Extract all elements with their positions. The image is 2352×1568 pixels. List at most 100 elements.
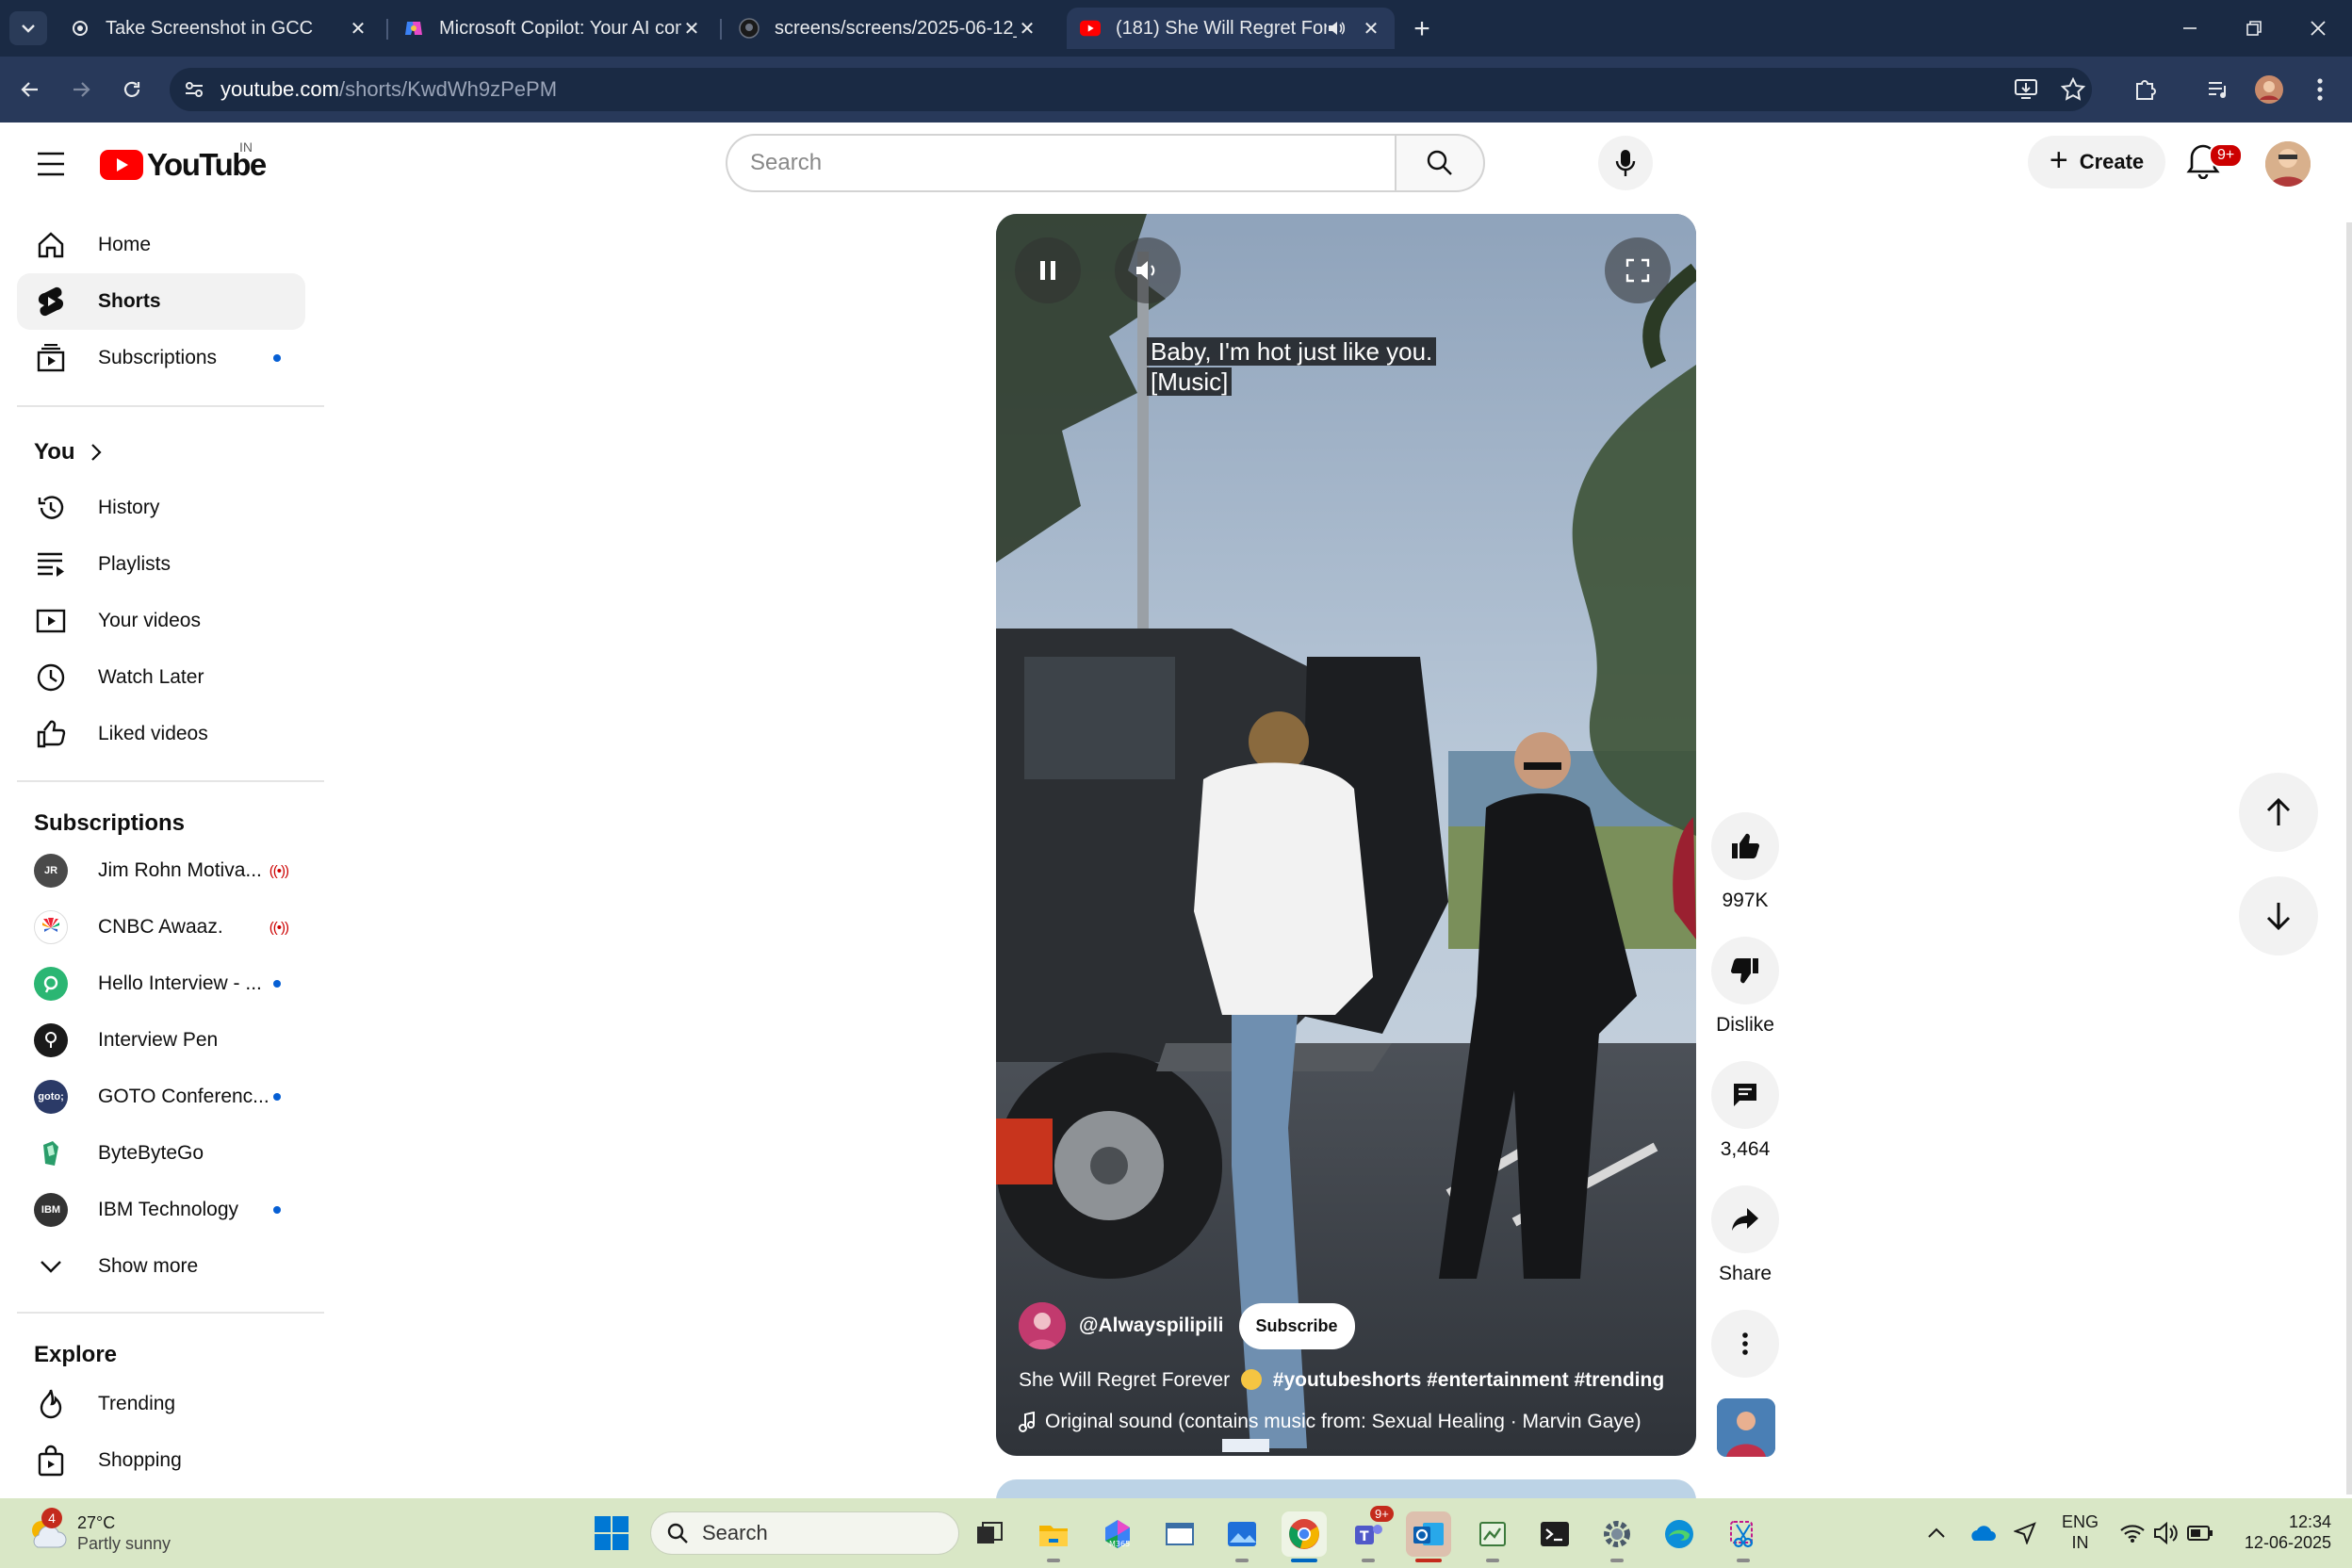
minimize-icon[interactable]	[2162, 8, 2218, 49]
pause-button[interactable]	[1015, 237, 1081, 303]
outlook-icon[interactable]	[1406, 1511, 1451, 1562]
like-button[interactable]	[1711, 812, 1779, 880]
volume-speaker-icon[interactable]	[2152, 1519, 2180, 1547]
share-button[interactable]	[1711, 1185, 1779, 1253]
task-view-icon[interactable]	[967, 1511, 1012, 1557]
sidebar-item-history[interactable]: History	[17, 480, 305, 536]
whiteboard-icon[interactable]	[1157, 1511, 1202, 1557]
account-avatar[interactable]	[2265, 141, 2311, 187]
voice-search-button[interactable]	[1598, 136, 1653, 190]
weather-widget[interactable]: 4 27°C Partly sunny	[24, 1508, 171, 1555]
speaker-audio-icon[interactable]	[1327, 19, 1346, 38]
comments-action[interactable]: 3,464	[1711, 1061, 1779, 1161]
sound-remix-thumbnail[interactable]	[1717, 1398, 1775, 1457]
page-scrollbar[interactable]	[2346, 222, 2352, 1494]
share-action[interactable]: Share	[1711, 1185, 1779, 1285]
close-icon[interactable]: ✕	[1361, 18, 1381, 40]
search-input[interactable]: Search	[726, 134, 1395, 192]
dislike-button[interactable]	[1711, 937, 1779, 1004]
bookmark-star-icon[interactable]	[2058, 74, 2088, 105]
system-clock[interactable]: 12:34 12-06-2025	[2233, 1511, 2331, 1553]
sidebar-item-subscriptions[interactable]: Subscriptions	[17, 330, 305, 386]
close-icon[interactable]: ✕	[348, 18, 368, 40]
youtube-logo[interactable]: YouTube IN	[100, 139, 267, 183]
sidebar-item-watch-later[interactable]: Watch Later	[17, 649, 305, 706]
you-section-heading[interactable]: You	[34, 439, 102, 466]
sidebar-item-shorts[interactable]: Shorts	[17, 273, 305, 330]
sidebar-channel-goto-conferences[interactable]: goto; GOTO Conferenc...	[17, 1069, 305, 1125]
chrome-icon[interactable]	[1282, 1511, 1327, 1562]
sidebar-item-trending[interactable]: Trending	[17, 1376, 305, 1432]
extensions-puzzle-icon[interactable]	[2130, 74, 2160, 105]
input-language-indicator[interactable]: ENG IN	[2062, 1511, 2099, 1553]
tab-take-screenshot[interactable]: Take Screenshot in GCC ✕	[57, 8, 382, 49]
spreadsheet-app-icon[interactable]	[1470, 1511, 1515, 1562]
search-button[interactable]	[1395, 134, 1485, 192]
sidebar-item-liked-videos[interactable]: Liked videos	[17, 706, 305, 762]
window-close-icon[interactable]	[2290, 8, 2346, 49]
close-icon[interactable]: ✕	[681, 18, 702, 40]
file-explorer-icon[interactable]	[1031, 1511, 1076, 1562]
sidebar-item-shopping[interactable]: Shopping	[17, 1432, 305, 1489]
tab-youtube-short[interactable]: (181) She Will Regret Foreve ✕	[1067, 8, 1395, 49]
mute-button[interactable]	[1115, 237, 1181, 303]
sidebar-item-playlists[interactable]: Playlists	[17, 536, 305, 593]
create-button[interactable]: + Create	[2028, 136, 2165, 188]
channel-avatar[interactable]	[1019, 1302, 1066, 1349]
forward-arrow-icon[interactable]	[64, 73, 98, 106]
more-actions[interactable]	[1711, 1310, 1779, 1378]
battery-icon[interactable]	[2186, 1519, 2214, 1547]
sidebar-show-more[interactable]: Show more	[17, 1238, 305, 1295]
tab-github-screens[interactable]: screens/screens/2025-06-12_09 ✕	[726, 8, 1051, 49]
close-icon[interactable]: ✕	[1017, 18, 1037, 40]
new-tab-plus-icon[interactable]: +	[1406, 13, 1438, 45]
windows-start-icon[interactable]	[594, 1515, 629, 1551]
browser-menu-kebab-icon[interactable]	[2305, 74, 2335, 105]
photos-app-icon[interactable]	[1219, 1511, 1265, 1562]
sidebar-item-your-videos[interactable]: Your videos	[17, 593, 305, 649]
sidebar-item-home[interactable]: Home	[17, 217, 305, 273]
address-bar[interactable]: youtube.com/shorts/KwdWh9zPePM	[170, 68, 2092, 111]
tab-copilot[interactable]: Microsoft Copilot: Your AI comp ✕	[390, 8, 715, 49]
location-arrow-icon[interactable]	[2011, 1519, 2039, 1547]
sidebar-channel-hello-interview[interactable]: Hello Interview - ...	[17, 956, 305, 1012]
sidebar-channel-bytebytego[interactable]: ByteByteGo	[17, 1125, 305, 1182]
onedrive-cloud-icon[interactable]	[1968, 1519, 1996, 1547]
next-short-button[interactable]	[2239, 876, 2318, 956]
terminal-icon[interactable]	[1532, 1511, 1577, 1557]
back-arrow-icon[interactable]	[13, 73, 47, 106]
hashtags[interactable]: #youtubeshorts #entertainment #trending	[1273, 1369, 1664, 1391]
fullscreen-button[interactable]	[1605, 237, 1671, 303]
snipping-tool-icon[interactable]	[1721, 1511, 1766, 1562]
previous-short-button[interactable]	[2239, 773, 2318, 852]
sidebar-channel-ibm-technology[interactable]: IBM IBM Technology	[17, 1182, 305, 1238]
dislike-action[interactable]: Dislike	[1711, 937, 1779, 1037]
like-action[interactable]: 997K	[1711, 812, 1779, 912]
hamburger-menu-icon[interactable]	[34, 151, 68, 177]
sidebar-channel-jim-rohn[interactable]: JR Jim Rohn Motiva... ((•))	[17, 842, 305, 899]
settings-gear-icon[interactable]	[1594, 1511, 1640, 1562]
teams-icon[interactable]: T 9+	[1346, 1506, 1394, 1562]
sidebar-channel-cnbc-awaaz[interactable]: CNBC Awaaz. ((•))	[17, 899, 305, 956]
reload-icon[interactable]	[115, 73, 149, 106]
more-options-button[interactable]	[1711, 1310, 1779, 1378]
chevron-up-icon[interactable]	[1922, 1519, 1951, 1547]
edge-browser-icon[interactable]	[1657, 1511, 1702, 1557]
shorts-video-player[interactable]: Baby, I'm hot just like you. [Music] @Al…	[996, 214, 1696, 1456]
microsoft-365-icon[interactable]: M365	[1095, 1511, 1140, 1557]
sidebar-channel-interview-pen[interactable]: Interview Pen	[17, 1012, 305, 1069]
taskbar-search-box[interactable]: Search	[650, 1511, 959, 1555]
comments-button[interactable]	[1711, 1061, 1779, 1129]
short-title[interactable]: She Will Regret Forever #youtubeshorts #…	[1019, 1369, 1678, 1392]
subscribe-button[interactable]: Subscribe	[1238, 1302, 1355, 1349]
sound-link[interactable]: Original sound (contains music from: Sex…	[1019, 1411, 1678, 1433]
wifi-icon[interactable]	[2118, 1519, 2147, 1547]
youtube-masthead: YouTube IN Search + Create 9+	[0, 122, 2352, 204]
install-app-icon[interactable]	[2011, 74, 2041, 105]
profile-avatar-icon[interactable]	[2254, 74, 2284, 105]
site-settings-icon[interactable]	[183, 78, 211, 101]
channel-handle[interactable]: @Alwayspilipili	[1079, 1315, 1224, 1337]
tab-search-button[interactable]	[9, 11, 47, 45]
media-controls-icon[interactable]	[2203, 74, 2233, 105]
restore-icon[interactable]	[2226, 8, 2282, 49]
